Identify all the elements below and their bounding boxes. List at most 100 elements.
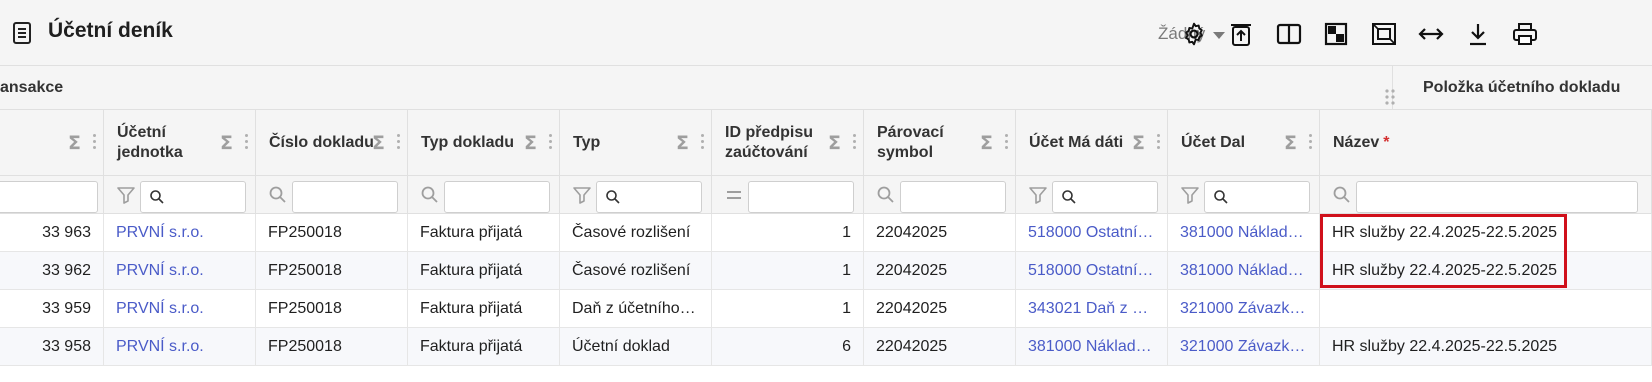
table-row[interactable]: 33 958 PRVNÍ s.r.o. FP250018 Faktura přijat… [0,328,1652,366]
filter-funnel-icon[interactable] [1180,185,1200,205]
column-menu-icon[interactable] [93,134,97,150]
column-header[interactable]: Typ Σ [560,110,712,176]
column-header-text: Název [1333,134,1380,151]
column-header[interactable]: Σ [0,110,104,176]
print-icon [1513,23,1537,45]
table-cell-dal[interactable]: 381000 Náklady příštích období [1168,214,1320,252]
column-header-label: Účetní jednotka [117,110,227,176]
filter-cell [1168,176,1320,214]
filter-funnel-icon[interactable] [116,185,136,205]
export-icon [1231,24,1251,46]
drag-handle-icon[interactable] [1384,88,1396,106]
column-header[interactable]: Párovací symbol Σ [864,110,1016,176]
table-cell-unit[interactable]: PRVNÍ s.r.o. [104,328,256,366]
print-button[interactable] [1510,19,1540,49]
table-cell-name: HR služby 22.4.2025-22.5.2025 [1320,214,1652,252]
fit-button[interactable] [1369,19,1399,49]
filter-input[interactable] [0,181,98,213]
column-menu-icon[interactable] [701,134,705,150]
filter-input[interactable] [140,181,246,213]
sigma-icon[interactable]: Σ [372,132,385,154]
table-cell-sym: 22042025 [864,214,1016,252]
table-cell-unit[interactable]: PRVNÍ s.r.o. [104,214,256,252]
column-menu-icon[interactable] [1309,134,1313,150]
table-row[interactable]: 33 963 PRVNÍ s.r.o. FP250018 Faktura přijat… [0,214,1652,252]
freeze-button[interactable] [1321,19,1351,49]
group-header-transaction: ansakce [0,79,64,96]
search-icon [1062,190,1076,204]
filter-input[interactable] [444,181,550,213]
filter-input[interactable] [1356,181,1638,213]
settings-button[interactable] [1179,19,1209,49]
table-cell-doctype: Faktura přijatá [408,252,560,290]
filter-input[interactable] [292,181,398,213]
column-menu-icon[interactable] [245,134,249,150]
column-width-button[interactable] [1416,19,1446,49]
column-header[interactable]: ID předpisu zaúčtování Σ [712,110,864,176]
column-header-label: Název * [1333,110,1389,176]
filter-equals-icon[interactable] [724,185,744,205]
column-header[interactable]: Typ dokladu Σ [408,110,560,176]
filter-search-icon[interactable] [420,185,440,205]
column-header[interactable]: Název * [1320,110,1652,176]
column-header-row: Σ Účetní jednotka Σ Číslo dokladu Σ Typ dokla… [0,110,1652,176]
sigma-icon[interactable]: Σ [676,132,689,154]
column-header-text: Číslo dokladu [269,134,374,151]
filter-search-icon[interactable] [876,185,896,205]
column-menu-icon[interactable] [1157,134,1161,150]
filter-cell [560,176,712,214]
search-icon [606,190,620,204]
column-header[interactable]: Účet Má dáti Σ [1016,110,1168,176]
table-cell-unit[interactable]: PRVNÍ s.r.o. [104,252,256,290]
column-header-text: Účet Má dáti [1029,134,1124,151]
filter-input[interactable] [748,181,854,213]
filter-funnel-icon[interactable] [1028,185,1048,205]
filter-cell [0,176,104,214]
table-cell-dal[interactable]: 381000 Náklady příštích období [1168,252,1320,290]
table-cell-md[interactable]: 381000 Náklady příštích období [1016,328,1168,366]
table-cell-unit[interactable]: PRVNÍ s.r.o. [104,290,256,328]
column-header[interactable]: Číslo dokladu Σ [256,110,408,176]
table-cell-md[interactable]: 518000 Ostatní služby [1016,214,1168,252]
export-button[interactable] [1226,19,1256,49]
column-menu-icon[interactable] [549,134,553,150]
table-row[interactable]: 33 959 PRVNÍ s.r.o. FP250018 Faktura přijat… [0,290,1652,328]
filter-funnel-icon[interactable] [572,185,592,205]
freeze-icon [1324,22,1348,46]
filter-search-icon[interactable] [268,185,288,205]
column-menu-icon[interactable] [853,134,857,150]
sigma-icon[interactable]: Σ [524,132,537,154]
filter-cell [1016,176,1168,214]
sigma-icon[interactable]: Σ [1284,132,1297,154]
table-cell-rule: 1 [712,290,864,328]
filter-input[interactable] [596,181,702,213]
filter-search-icon[interactable] [1332,185,1352,205]
download-button[interactable] [1463,19,1493,49]
column-group-row: ansakce Položka účetního dokladu [0,66,1652,110]
table-cell-name [1320,290,1652,328]
column-header[interactable]: Účetní jednotka Σ [104,110,256,176]
table-cell-md[interactable]: 343021 Daň z přidané hodnoty [1016,290,1168,328]
sigma-icon[interactable]: Σ [220,132,233,154]
filter-input[interactable] [900,181,1006,213]
column-menu-icon[interactable] [397,134,401,150]
filter-input[interactable] [1204,181,1310,213]
table-row[interactable]: 33 962 PRVNÍ s.r.o. FP250018 Faktura přijat… [0,252,1652,290]
table-cell-md[interactable]: 518000 Ostatní služby [1016,252,1168,290]
column-header-label: Číslo dokladu [269,110,374,176]
column-menu-icon[interactable] [1005,134,1009,150]
table-cell-dal[interactable]: 321000 Závazky z obchodních vztahů [1168,328,1320,366]
table-cell-rule: 1 [712,214,864,252]
sigma-icon[interactable]: Σ [1132,132,1145,154]
column-header-label: ID předpisu zaúčtování [725,110,835,176]
column-header-text: Účet Dal [1181,134,1246,151]
filter-cell [408,176,560,214]
columns-button[interactable] [1274,19,1304,49]
filter-input[interactable] [1052,181,1158,213]
sigma-icon[interactable]: Σ [980,132,993,154]
sigma-icon[interactable]: Σ [68,132,81,154]
table-cell-dal[interactable]: 321000 Závazky z obchodních vztahů [1168,290,1320,328]
columns-icon [1276,23,1302,45]
column-header[interactable]: Účet Dal Σ [1168,110,1320,176]
sigma-icon[interactable]: Σ [828,132,841,154]
